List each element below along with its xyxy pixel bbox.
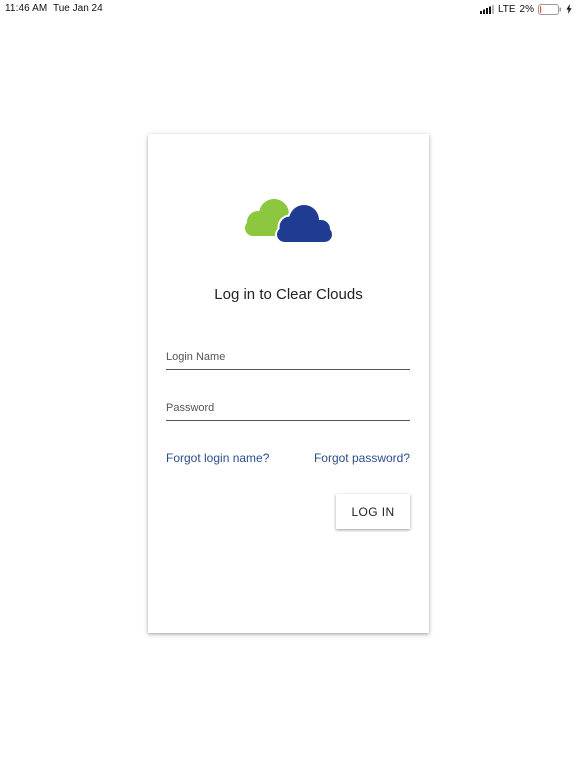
- forgot-login-name-link[interactable]: Forgot login name?: [166, 451, 269, 465]
- login-card: Log in to Clear Clouds Forgot login name…: [148, 134, 429, 633]
- cellular-signal-icon: [479, 4, 494, 14]
- login-name-input[interactable]: [166, 345, 410, 369]
- charging-bolt-icon: [566, 4, 572, 14]
- login-title: Log in to Clear Clouds: [214, 286, 363, 303]
- network-type: LTE: [497, 3, 516, 15]
- status-time: 11:46 AM: [5, 3, 48, 14]
- cloud-logo-icon: [245, 199, 334, 244]
- login-button[interactable]: LOG IN: [336, 494, 410, 529]
- battery-percent: 2%: [519, 3, 534, 15]
- password-field: [166, 396, 410, 421]
- login-name-field: [166, 345, 410, 370]
- password-input[interactable]: [166, 396, 410, 420]
- battery-fill: [540, 5, 542, 13]
- status-bar: 11:46 AM Tue Jan 24 LTE 2%: [0, 0, 576, 18]
- battery-icon: [538, 3, 562, 15]
- status-indicators: LTE 2%: [479, 3, 572, 15]
- forgot-password-link[interactable]: Forgot password?: [314, 451, 410, 465]
- status-date: Tue Jan 24: [53, 3, 103, 14]
